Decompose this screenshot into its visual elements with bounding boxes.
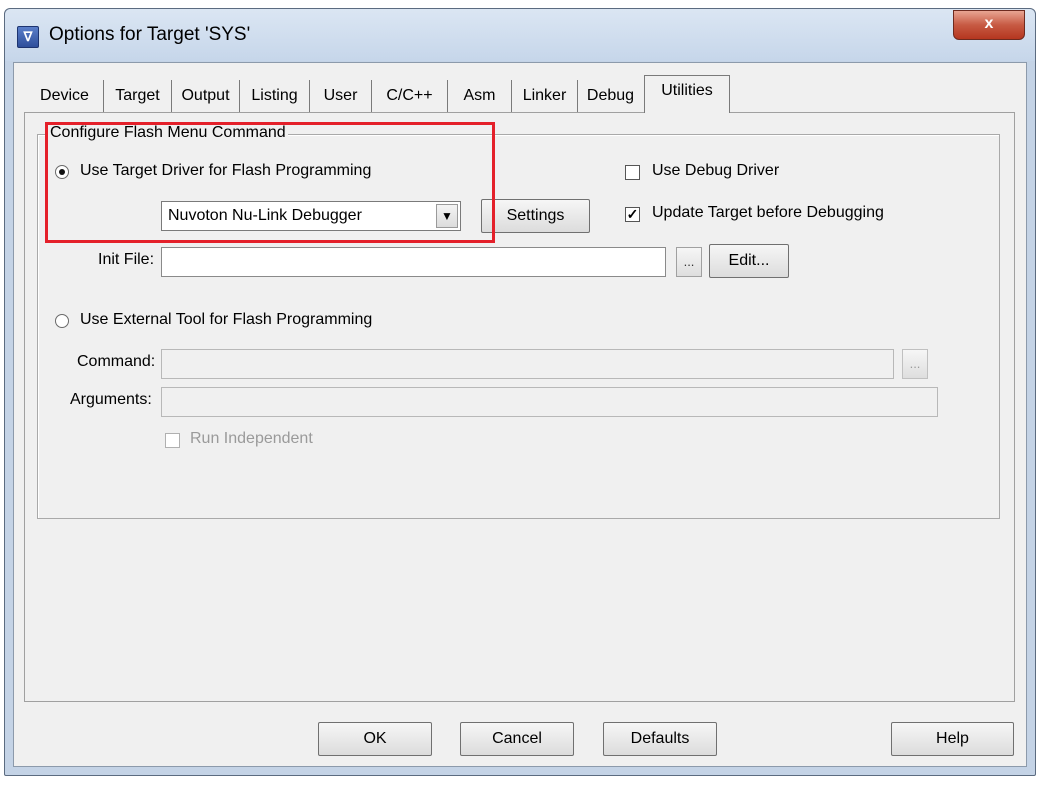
options-dialog: ∇ Options for Target 'SYS' x Device Targ…	[4, 8, 1036, 776]
run-independent-checkbox[interactable]	[165, 433, 180, 448]
edit-button[interactable]: Edit...	[709, 244, 789, 278]
command-label: Command:	[77, 353, 156, 370]
tab-listing[interactable]: Listing	[240, 80, 310, 112]
keil-app-icon: ∇	[17, 26, 39, 48]
tab-cpp[interactable]: C/C++	[372, 80, 448, 112]
help-button[interactable]: Help	[891, 722, 1014, 756]
command-browse-button[interactable]: ...	[902, 349, 928, 379]
ok-button[interactable]: OK	[318, 722, 432, 756]
cancel-button[interactable]: Cancel	[460, 722, 574, 756]
tab-asm[interactable]: Asm	[448, 80, 512, 112]
chevron-down-icon[interactable]: ▼	[436, 204, 458, 228]
tab-target[interactable]: Target	[104, 80, 172, 112]
tab-linker[interactable]: Linker	[512, 80, 578, 112]
update-target-checkbox[interactable]: ✓	[625, 207, 640, 222]
arguments-input[interactable]	[161, 387, 938, 417]
flash-driver-select[interactable]: Nuvoton Nu-Link Debugger ▼	[161, 201, 461, 231]
close-button[interactable]: x	[953, 10, 1025, 40]
init-file-label: Init File:	[98, 251, 155, 268]
dialog-client-area: Device Target Output Listing User C/C++ …	[13, 62, 1027, 767]
utilities-tab-page: Configure Flash Menu Command Use Target …	[24, 112, 1015, 702]
tab-output[interactable]: Output	[172, 80, 240, 112]
tab-user[interactable]: User	[310, 80, 372, 112]
defaults-button[interactable]: Defaults	[603, 722, 717, 756]
configure-flash-group-label: Configure Flash Menu Command	[48, 124, 288, 142]
flash-driver-select-value: Nuvoton Nu-Link Debugger	[168, 207, 362, 224]
update-target-label[interactable]: Update Target before Debugging	[652, 204, 884, 222]
settings-button[interactable]: Settings	[481, 199, 590, 233]
tab-utilities[interactable]: Utilities	[644, 75, 730, 113]
init-file-input[interactable]	[161, 247, 666, 277]
use-external-tool-radio[interactable]	[55, 314, 69, 328]
dialog-title: Options for Target 'SYS'	[49, 24, 251, 45]
run-independent-label[interactable]: Run Independent	[190, 430, 313, 448]
tab-debug[interactable]: Debug	[578, 80, 643, 112]
tab-device[interactable]: Device	[26, 80, 104, 112]
arguments-label: Arguments:	[70, 391, 152, 408]
use-target-driver-label[interactable]: Use Target Driver for Flash Programming	[80, 162, 371, 180]
title-bar[interactable]: ∇ Options for Target 'SYS' x	[5, 9, 1035, 61]
command-input[interactable]	[161, 349, 894, 379]
configure-flash-group: Configure Flash Menu Command Use Target …	[37, 124, 1000, 519]
use-debug-driver-label[interactable]: Use Debug Driver	[652, 162, 779, 180]
use-external-tool-label[interactable]: Use External Tool for Flash Programming	[80, 311, 372, 329]
init-file-browse-button[interactable]: ...	[676, 247, 702, 277]
use-target-driver-radio[interactable]	[55, 165, 69, 179]
use-debug-driver-checkbox[interactable]	[625, 165, 640, 180]
